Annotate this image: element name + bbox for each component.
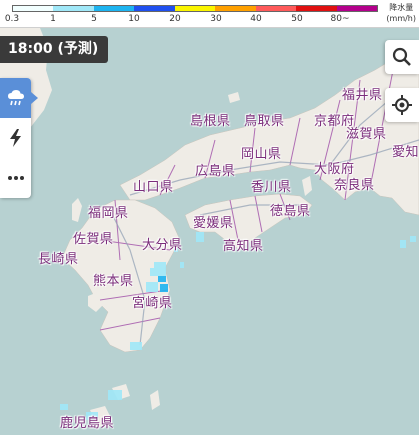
legend-tick: 80~	[330, 14, 350, 24]
pref-label-fukui: 福井県	[342, 88, 383, 103]
pref-label-shimane: 島根県	[190, 114, 231, 129]
current-location-icon	[392, 95, 412, 115]
search-button[interactable]	[385, 40, 419, 74]
legend-swatch-7	[255, 6, 297, 11]
lightning-icon	[9, 129, 21, 147]
legend-tick: 5	[91, 14, 97, 24]
forecast-time-badge: 18:00 (予測)	[0, 36, 109, 63]
pref-label-okayama: 岡山県	[241, 147, 282, 162]
pref-label-tottori: 鳥取県	[244, 114, 285, 129]
legend-swatch-5	[174, 6, 216, 11]
legend-swatch-4	[134, 6, 175, 11]
pref-label-kagoshima: 鹿児島県	[60, 416, 115, 431]
more-button[interactable]	[0, 158, 31, 198]
legend-swatch-1	[13, 6, 54, 11]
pref-label-nagasaki: 長崎県	[38, 252, 79, 267]
pref-label-aichi: 愛知	[392, 145, 419, 160]
pref-label-shiga: 滋賀県	[346, 127, 387, 142]
pref-label-kochi: 高知県	[223, 239, 264, 254]
legend-swatch-2	[53, 6, 94, 11]
rain-cloud-icon	[7, 90, 24, 106]
layer-toolbar	[0, 78, 38, 198]
legend-swatch-9	[336, 6, 377, 11]
lightning-layer-button[interactable]	[0, 118, 31, 158]
legend-tick: 20	[169, 14, 181, 24]
legend-tick: 40	[250, 14, 262, 24]
pref-label-ehime: 愛媛県	[193, 216, 234, 231]
pref-label-hiroshima: 広島県	[195, 164, 236, 179]
pref-label-yamaguchi: 山口県	[133, 180, 174, 195]
legend-tick: 0.3	[4, 14, 20, 24]
pref-label-kumamoto: 熊本県	[93, 274, 134, 289]
legend-swatch-8	[296, 6, 337, 11]
legend-unit-mm: (mm/h)	[386, 14, 416, 23]
legend-swatch-6	[215, 6, 256, 11]
legend-color-bar	[12, 5, 378, 12]
legend-swatch-3	[93, 6, 135, 11]
rain-layer-button[interactable]	[0, 78, 38, 118]
pref-label-kagawa: 香川県	[251, 180, 292, 195]
pref-label-oita: 大分県	[142, 238, 183, 253]
search-icon	[392, 47, 411, 66]
legend-unit-label: 降水量	[389, 3, 414, 12]
pref-label-saga: 佐賀県	[73, 232, 114, 247]
precipitation-legend: 0.3 1 5 10 20 30 40 50 80~ 降水量 (mm/h)	[0, 0, 419, 28]
legend-unit: 降水量 (mm/h)	[386, 2, 416, 24]
current-location-button[interactable]	[385, 88, 419, 122]
pref-label-miyazaki: 宮崎県	[132, 296, 173, 311]
more-icon	[7, 176, 24, 180]
legend-tick: 30	[210, 14, 222, 24]
legend-tick: 10	[128, 14, 140, 24]
legend-tick: 1	[50, 14, 56, 24]
legend-tick: 50	[291, 14, 303, 24]
pref-label-fukuoka: 福岡県	[88, 206, 129, 221]
pref-label-tokushima: 徳島県	[270, 204, 311, 219]
pref-label-nara: 奈良県	[334, 178, 375, 193]
